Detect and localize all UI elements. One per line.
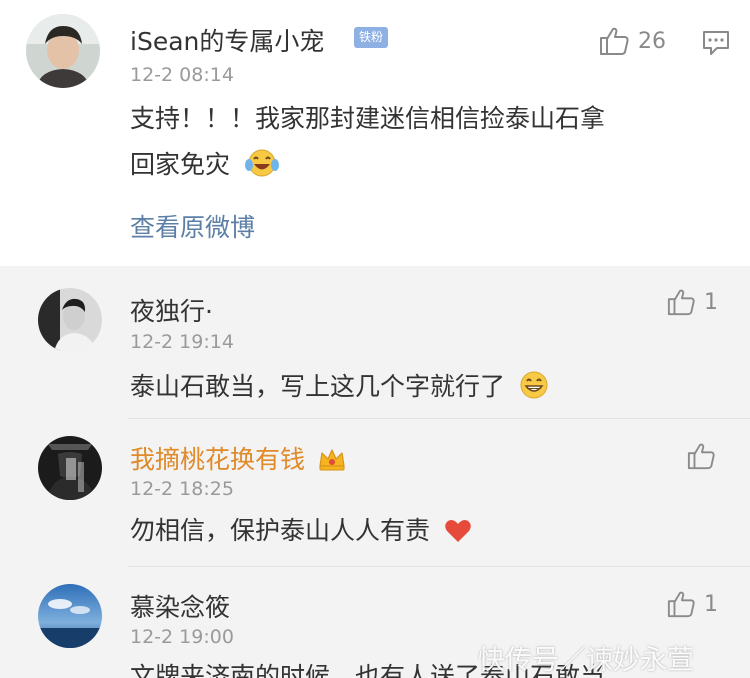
reply-list: 夜独行· 12-2 19:14 1 泰山石敢当，写上这几个字就行了 我摘桃花换有…	[0, 266, 750, 678]
like-button[interactable]: 1	[666, 288, 718, 316]
thumbs-up-icon	[687, 443, 715, 470]
like-count: 1	[704, 289, 718, 315]
comment-text-line2: 回家免灾	[130, 148, 280, 182]
username[interactable]: iSean的专属小宠	[130, 22, 324, 58]
main-comment: iSean的专属小宠 铁粉 12-2 08:14 26 支持！！！我家那封建迷信…	[0, 0, 750, 266]
reply-text: 泰山石敢当，写上这几个字就行了	[130, 370, 549, 404]
timestamp: 12-2 18:25	[130, 478, 234, 500]
username[interactable]: 我摘桃花换有钱	[130, 440, 347, 478]
thumbs-up-icon	[600, 27, 629, 55]
avatar[interactable]	[38, 288, 102, 352]
like-count: 26	[638, 28, 666, 54]
fan-badge: 铁粉	[354, 27, 388, 48]
username[interactable]: 夜独行·	[130, 292, 213, 328]
divider	[128, 566, 750, 567]
like-count: 1	[704, 591, 718, 617]
timestamp: 12-2 08:14	[130, 64, 234, 86]
crown-icon	[317, 446, 347, 478]
comment-text-line1: 支持！！！我家那封建迷信相信捡泰山石拿	[130, 104, 606, 133]
avatar[interactable]	[38, 584, 102, 648]
reply-icon[interactable]	[702, 30, 730, 60]
divider	[128, 418, 750, 419]
view-original-link[interactable]: 查看原微博	[130, 208, 255, 244]
reply-text: 勿相信，保护泰山人人有责	[130, 518, 472, 548]
heart-icon	[444, 518, 472, 548]
watermark: 快传号／谏妙永萱	[478, 645, 694, 676]
avatar[interactable]	[26, 14, 100, 88]
thumbs-up-icon	[667, 591, 695, 618]
timestamp: 12-2 19:14	[130, 331, 234, 353]
grin-emoji-icon	[519, 370, 549, 404]
thumbs-up-icon	[667, 289, 695, 316]
avatar[interactable]	[38, 436, 102, 500]
like-button[interactable]: 1	[666, 590, 718, 618]
like-button[interactable]	[686, 442, 724, 470]
laugh-cry-emoji-icon	[244, 148, 280, 182]
like-button[interactable]: 26	[598, 26, 666, 56]
timestamp: 12-2 19:00	[130, 626, 234, 648]
username[interactable]: 慕染念筱	[130, 588, 230, 624]
